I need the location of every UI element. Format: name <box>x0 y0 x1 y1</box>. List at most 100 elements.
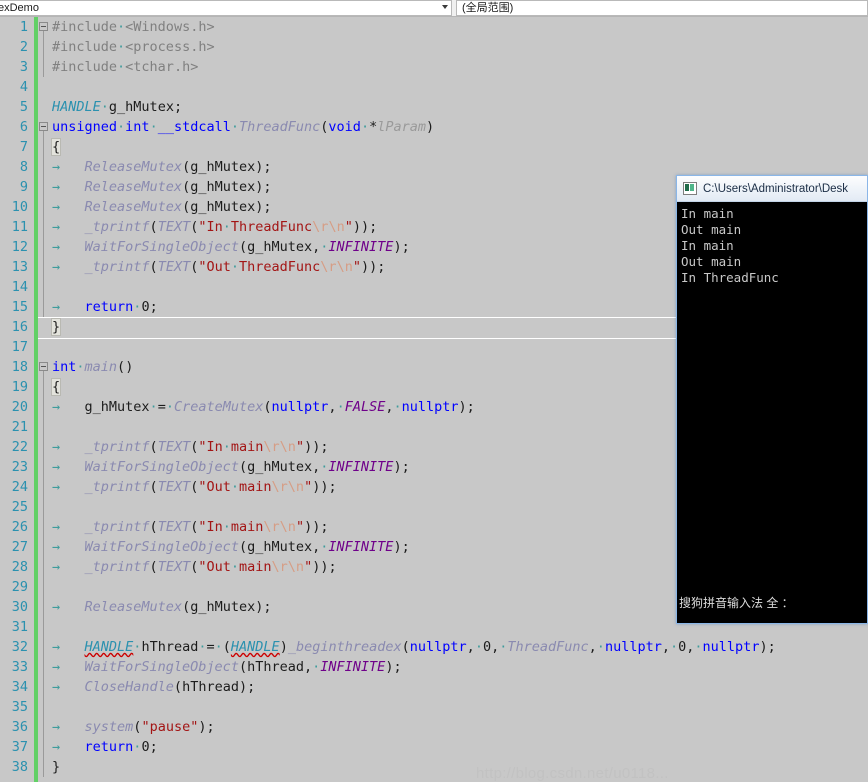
line-number: 21 <box>11 419 28 435</box>
line-number: 30 <box>11 599 28 615</box>
code-line[interactable]: 8 → ReleaseMutex(g_hMutex); <box>0 157 868 177</box>
line-number: 34 <box>11 679 28 695</box>
code-text: int·main() <box>52 359 134 375</box>
code-text: → WaitForSingleObject(g_hMutex,·INFINITE… <box>52 539 410 555</box>
line-number: 36 <box>11 719 28 735</box>
code-text: → _tprintf(TEXT("Out·main\r\n")); <box>52 559 337 575</box>
code-text: #include·<tchar.h> <box>52 59 199 75</box>
chevron-down-icon[interactable] <box>442 5 448 9</box>
code-text: } <box>52 759 61 775</box>
console-line: Out main <box>681 254 742 269</box>
line-number: 24 <box>11 479 28 495</box>
console-line: Out main <box>681 222 742 237</box>
code-text: → system("pause"); <box>52 719 215 735</box>
member-dropdown[interactable]: (全局范围) <box>456 0 868 16</box>
line-number: 13 <box>11 259 28 275</box>
line-number: 32 <box>11 639 28 655</box>
code-line[interactable]: 32 → HANDLE·hThread·=·(HANDLE)_beginthrea… <box>0 637 868 657</box>
code-text: → _tprintf(TEXT("In·ThreadFunc\r\n")); <box>52 219 378 235</box>
line-number: 38 <box>11 759 28 775</box>
console-output: In main Out main In main Out main In ThreadF… <box>677 202 867 623</box>
code-text: → ReleaseMutex(g_hMutex); <box>52 199 272 215</box>
member-dropdown-value: (全局范围) <box>462 2 514 14</box>
code-text: → WaitForSingleObject(g_hMutex,·INFINITE… <box>52 459 410 475</box>
line-number: 19 <box>11 379 28 395</box>
line-number: 5 <box>19 99 28 115</box>
console-line: In main <box>681 206 734 221</box>
watermark: http://blog.csdn.net/u0118... <box>476 765 669 782</box>
line-number: 6 <box>19 119 28 135</box>
code-text: { <box>50 138 62 156</box>
editor-navigation-bar: exDemo (全局范围) <box>0 0 868 17</box>
code-text: → return·0; <box>52 739 158 755</box>
code-text: HANDLE·g_hMutex; <box>52 99 183 115</box>
code-text: → CloseHandle(hThread); <box>52 679 256 695</box>
line-number: 17 <box>11 339 28 355</box>
line-number: 18 <box>11 359 28 375</box>
code-line[interactable]: 5 HANDLE·g_hMutex; <box>0 97 868 117</box>
console-line: In main <box>681 238 734 253</box>
code-line[interactable]: 1 #include·<Windows.h> <box>0 17 868 37</box>
code-text: → _tprintf(TEXT("Out·ThreadFunc\r\n")); <box>52 259 386 275</box>
code-text: → WaitForSingleObject(hThread,·INFINITE)… <box>52 659 402 675</box>
line-number: 25 <box>11 499 28 515</box>
line-number: 4 <box>19 79 28 95</box>
line-number: 29 <box>11 579 28 595</box>
code-line[interactable]: 33 → WaitForSingleObject(hThread,·INFINIT… <box>0 657 868 677</box>
code-line[interactable]: 35 <box>0 697 868 717</box>
console-title-bar[interactable]: C:\Users\Administrator\Desk <box>677 176 867 202</box>
code-text: → ReleaseMutex(g_hMutex); <box>52 179 272 195</box>
line-number: 27 <box>11 539 28 555</box>
code-text: → _tprintf(TEXT("Out·main\r\n")); <box>52 479 337 495</box>
code-line[interactable]: 36 → system("pause"); <box>0 717 868 737</box>
line-number: 9 <box>19 179 28 195</box>
scope-dropdown-value: exDemo <box>0 2 39 14</box>
ime-status-bar[interactable]: 搜狗拼音输入法 全 ： <box>679 594 867 611</box>
line-number: 8 <box>19 159 28 175</box>
code-text: } <box>50 318 62 336</box>
line-number: 20 <box>11 399 28 415</box>
code-text: → HANDLE·hThread·=·(HANDLE)_beginthreade… <box>52 639 776 655</box>
line-number: 22 <box>11 439 28 455</box>
code-text: → ReleaseMutex(g_hMutex); <box>52 159 272 175</box>
line-number: 33 <box>11 659 28 675</box>
ime-status-text: 搜狗拼音输入法 全 ： <box>679 596 794 610</box>
scope-dropdown[interactable]: exDemo <box>0 0 452 16</box>
code-line[interactable]: 37 → return·0; <box>0 737 868 757</box>
line-number: 2 <box>19 39 28 55</box>
line-number: 10 <box>11 199 28 215</box>
console-output-lines: In main Out main In main Out main In ThreadF… <box>681 206 867 286</box>
console-title-text: C:\Users\Administrator\Desk <box>703 182 849 195</box>
line-number: 11 <box>11 219 28 235</box>
console-window-icon <box>683 182 697 195</box>
line-number: 35 <box>11 699 28 715</box>
line-number: 26 <box>11 519 28 535</box>
code-line[interactable]: 6 unsigned·int·__stdcall·ThreadFunc(void·… <box>0 117 868 137</box>
line-number: 31 <box>11 619 28 635</box>
code-text: → g_hMutex·=·CreateMutex(nullptr,·FALSE,… <box>52 399 475 415</box>
code-line[interactable]: 2 #include·<process.h> <box>0 37 868 57</box>
code-line[interactable]: 34 → CloseHandle(hThread); <box>0 677 868 697</box>
line-number: 7 <box>19 139 28 155</box>
line-number: 16 <box>11 319 28 335</box>
line-number: 1 <box>19 19 28 35</box>
line-number: 37 <box>11 739 28 755</box>
line-number: 3 <box>19 59 28 75</box>
code-line[interactable]: 38} <box>0 757 868 777</box>
code-text: { <box>50 378 62 396</box>
code-text: #include·<Windows.h> <box>52 19 215 35</box>
console-window[interactable]: C:\Users\Administrator\Desk In main Out m… <box>676 175 868 624</box>
code-line[interactable]: 3 #include·<tchar.h> <box>0 57 868 77</box>
code-line[interactable]: 7{ <box>0 137 868 157</box>
code-text: → _tprintf(TEXT("In·main\r\n")); <box>52 439 329 455</box>
line-number: 28 <box>11 559 28 575</box>
code-text: #include·<process.h> <box>52 39 215 55</box>
line-number: 23 <box>11 459 28 475</box>
line-number: 14 <box>11 279 28 295</box>
line-number: 12 <box>11 239 28 255</box>
code-text: → ReleaseMutex(g_hMutex); <box>52 599 272 615</box>
line-number: 15 <box>11 299 28 315</box>
code-line[interactable]: 4 <box>0 77 868 97</box>
code-text: → _tprintf(TEXT("In·main\r\n")); <box>52 519 329 535</box>
code-text: unsigned·int·__stdcall·ThreadFunc(void·*… <box>52 119 435 135</box>
